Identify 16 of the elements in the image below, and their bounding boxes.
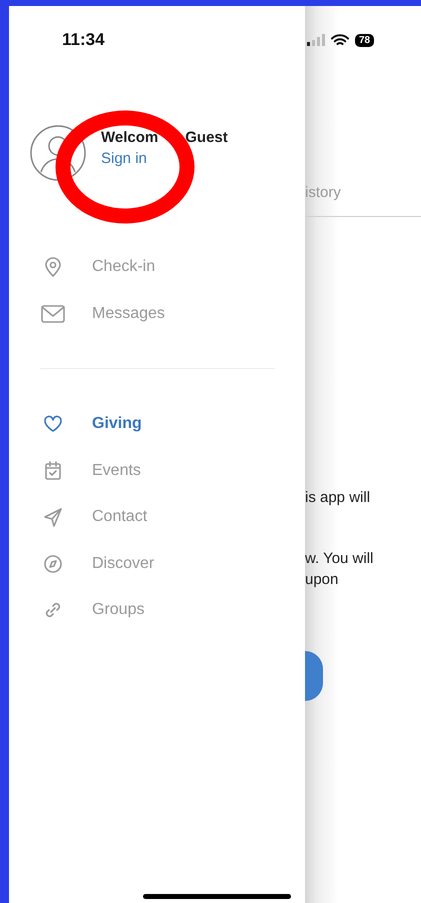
menu-item[interactable]: Check-in <box>9 244 305 290</box>
menu-item[interactable]: Discover <box>9 540 305 587</box>
tab-label: istory <box>305 183 342 203</box>
body-text: is app will <box>305 488 372 508</box>
menu-item[interactable]: Groups <box>9 587 305 634</box>
sign-in-link[interactable]: Sign in <box>101 150 228 167</box>
greeting-text: Welcom <box>101 129 158 146</box>
body-text: w. You will <box>305 549 374 569</box>
menu-item[interactable]: Events <box>9 448 305 494</box>
status-time: 11:34 <box>62 30 105 50</box>
menu-item[interactable]: Messages <box>9 290 305 337</box>
body-text: upon <box>305 570 340 590</box>
battery-level: 78 <box>355 34 374 46</box>
greeting-text: Guest <box>185 129 228 146</box>
menu-item[interactable]: Contact <box>9 494 305 540</box>
menu-item[interactable]: Giving <box>9 401 305 448</box>
